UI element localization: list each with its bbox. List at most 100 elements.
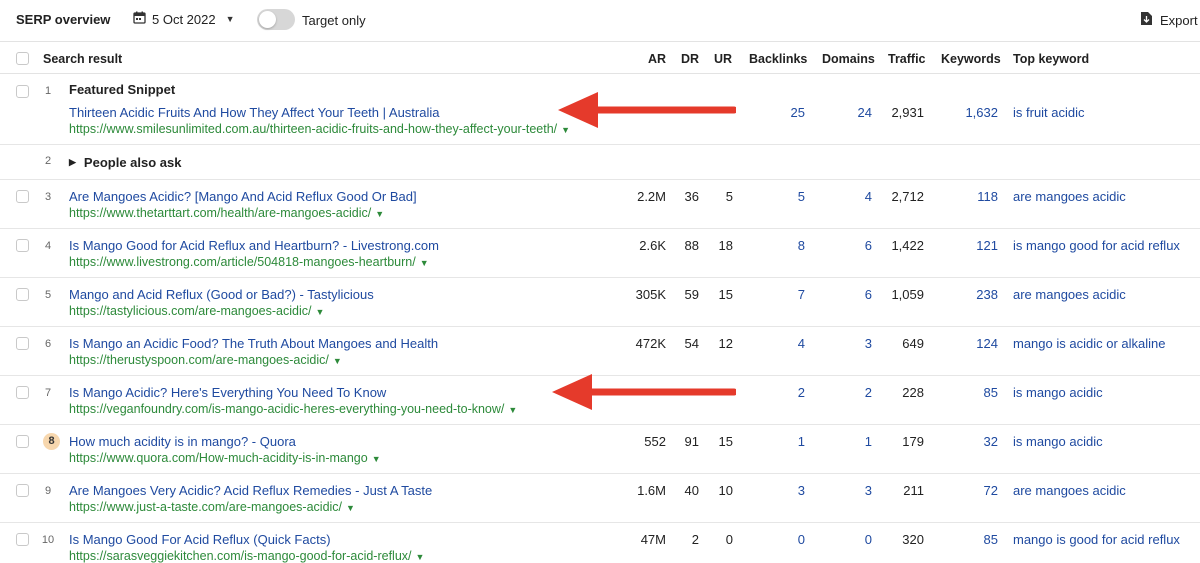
row-position: 8 [43,433,60,450]
export-icon [1141,12,1152,28]
top-keyword-value[interactable]: is mango good for acid reflux [1013,238,1180,253]
top-keyword-value[interactable]: are mangoes acidic [1013,287,1126,302]
result-title[interactable]: Are Mangoes Very Acidic? Acid Reflux Rem… [69,483,432,498]
backlinks-value[interactable]: 4 [798,336,805,351]
dr-value: 54 [684,336,699,351]
row-checkbox[interactable] [16,484,29,497]
domains-value[interactable]: 0 [865,532,872,547]
row-checkbox[interactable] [16,386,29,399]
col-backlinks[interactable]: Backlinks [749,52,807,66]
row-checkbox[interactable] [16,288,29,301]
keywords-value[interactable]: 124 [976,336,998,351]
result-title[interactable]: Is Mango Good for Acid Reflux and Heartb… [69,238,439,253]
result-url[interactable]: https://veganfoundry.com/is-mango-acidic… [69,402,517,416]
toggle-knob [259,11,276,28]
backlinks-value[interactable]: 7 [798,287,805,302]
col-traffic[interactable]: Traffic [888,52,926,66]
domains-value[interactable]: 2 [865,385,872,400]
export-button[interactable]: Export [1141,12,1198,28]
keywords-value[interactable]: 32 [984,434,998,449]
traffic-value: 2,712 [891,189,924,204]
top-keyword-value[interactable]: is mango acidic [1013,434,1103,449]
ar-value: 2.6K [639,238,666,253]
result-title[interactable]: Is Mango an Acidic Food? The Truth About… [69,336,438,351]
paa-label: People also ask [83,155,182,170]
col-domains[interactable]: Domains [822,52,875,66]
result-title[interactable]: Mango and Acid Reflux (Good or Bad?) - T… [69,287,374,302]
people-also-ask-toggle[interactable]: ▶ People also ask [69,155,181,170]
result-title[interactable]: Are Mangoes Acidic? [Mango And Acid Refl… [69,189,417,204]
row-checkbox[interactable] [16,337,29,350]
top-keyword-value[interactable]: is mango acidic [1013,385,1103,400]
domains-value[interactable]: 4 [865,189,872,204]
result-url[interactable]: https://www.just-a-taste.com/are-mangoes… [69,500,355,514]
keywords-value[interactable]: 85 [984,385,998,400]
row-checkbox[interactable] [16,85,29,98]
result-url[interactable]: https://sarasveggiekitchen.com/is-mango-… [69,549,424,563]
ar-value: 305K [635,287,666,302]
url-dropdown-icon: ▼ [375,209,385,219]
top-keyword-value[interactable]: mango is good for acid reflux [1013,532,1180,547]
row-checkbox[interactable] [16,239,29,252]
keywords-value[interactable]: 72 [984,483,998,498]
keywords-value[interactable]: 238 [976,287,998,302]
result-title[interactable]: Is Mango Acidic? Here's Everything You N… [69,385,386,400]
table-row: 3 Are Mangoes Acidic? [Mango And Acid Ref… [0,180,1200,229]
ur-value: 0 [725,532,733,547]
backlinks-value[interactable]: 2 [798,385,805,400]
top-keyword-value[interactable]: mango is acidic or alkaline [1013,336,1165,351]
col-search-result[interactable]: Search result [43,52,122,66]
col-top-keyword[interactable]: Top keyword [1013,52,1089,66]
top-keyword-value[interactable]: are mangoes acidic [1013,483,1126,498]
domains-value[interactable]: 6 [865,238,872,253]
result-url[interactable]: https://www.livestrong.com/article/50481… [69,255,429,269]
export-label: Export [1160,12,1198,28]
top-keyword-value[interactable]: is fruit acidic [1013,105,1085,120]
row-checkbox[interactable] [16,435,29,448]
url-dropdown-icon: ▼ [561,125,571,135]
result-url[interactable]: https://therustyspoon.com/are-mangoes-ac… [69,353,342,367]
keywords-value[interactable]: 1,632 [965,105,998,120]
caret-down-icon: ▼ [225,14,235,24]
domains-value[interactable]: 3 [865,483,872,498]
backlinks-value[interactable]: 8 [798,238,805,253]
result-url[interactable]: https://www.smilesunlimited.com.au/thirt… [69,122,570,136]
domains-value[interactable]: 6 [865,287,872,302]
row-checkbox[interactable] [16,533,29,546]
domains-value[interactable]: 3 [865,336,872,351]
domains-value[interactable]: 1 [865,434,872,449]
keywords-value[interactable]: 121 [976,238,998,253]
col-keywords[interactable]: Keywords [941,52,1001,66]
traffic-value: 2,931 [891,105,924,120]
domains-value[interactable]: 24 [858,105,872,120]
keywords-value[interactable]: 85 [984,532,998,547]
backlinks-value[interactable]: 25 [791,105,805,120]
row-checkbox[interactable] [16,190,29,203]
backlinks-value[interactable]: 5 [798,189,805,204]
select-all-checkbox[interactable] [16,52,29,65]
top-keyword-value[interactable]: are mangoes acidic [1013,189,1126,204]
result-url[interactable]: https://www.thetarttart.com/health/are-m… [69,206,384,220]
col-ar[interactable]: AR [648,52,666,66]
result-title[interactable]: Thirteen Acidic Fruits And How They Affe… [69,105,439,120]
url-dropdown-icon: ▼ [415,552,425,562]
result-title[interactable]: How much acidity is in mango? - Quora [69,434,296,449]
keywords-value[interactable]: 118 [977,189,998,204]
row-position: 4 [44,240,52,252]
col-ur[interactable]: UR [714,52,732,66]
col-dr[interactable]: DR [681,52,699,66]
traffic-value: 1,422 [891,238,924,253]
table-row: 10 Is Mango Good For Acid Reflux (Quick F… [0,523,1200,563]
result-title[interactable]: Is Mango Good For Acid Reflux (Quick Fac… [69,532,331,547]
result-url[interactable]: https://tastylicious.com/are-mangoes-aci… [69,304,324,318]
traffic-value: 179 [902,434,924,449]
result-url[interactable]: https://www.quora.com/How-much-acidity-i… [69,451,381,465]
backlinks-value[interactable]: 0 [798,532,805,547]
row-position: 2 [44,155,52,167]
backlinks-value[interactable]: 3 [798,483,805,498]
target-only-toggle[interactable] [257,9,295,30]
dr-value: 59 [684,287,699,302]
backlinks-value[interactable]: 1 [798,434,805,449]
url-dropdown-icon: ▼ [332,356,342,366]
date-picker[interactable]: 5 Oct 2022 ▼ [133,11,235,27]
